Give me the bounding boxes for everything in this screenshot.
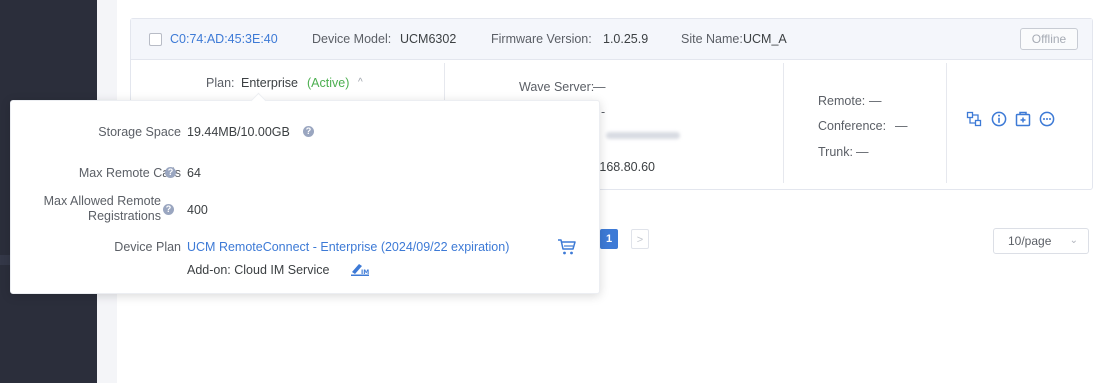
site-name-value: UCM_A [743,32,787,46]
wave-server-value: — [593,80,606,94]
device-mac-link[interactable]: C0:74:AD:45:3E:40 [170,32,278,46]
trunk-label: Trunk: [818,145,853,159]
device-plan-label: Device Plan [114,240,181,254]
column-divider [946,63,947,183]
plan-name: Enterprise [241,76,298,90]
wave-server-label: Wave Server: [519,80,595,94]
blurred-info [606,132,680,139]
help-icon[interactable]: ? [303,126,314,137]
chevron-up-icon[interactable]: ^ [358,77,363,88]
transfer-icon[interactable] [966,111,982,127]
storage-space-label: Storage Space [98,125,181,139]
more-icon[interactable] [1039,111,1055,127]
max-registrations-label-line2: Registrations [88,209,161,223]
add-plan-icon[interactable] [1015,111,1031,127]
conference-label: Conference: [818,119,887,133]
plan-details-popover: Storage Space 19.44MB/10.00GB ? Max Remo… [10,100,600,294]
firmware-value: 1.0.25.9 [603,32,649,46]
device-card-header: C0:74:AD:45:3E:40 Device Model: UCM6302 … [131,19,1092,60]
help-icon[interactable]: ? [165,167,176,178]
info-icon[interactable] [991,111,1007,127]
page-1-button[interactable]: 1 [600,229,618,249]
remote-value: — [869,94,882,108]
trunk-value: — [856,145,869,159]
page-size-select[interactable]: 10/page ⌄ [993,228,1089,254]
conference-value: — [895,119,908,133]
column-divider [783,63,784,183]
addon-label: Add-on: Cloud IM Service [187,263,330,277]
max-remote-calls-value: 64 [187,166,201,180]
device-model-label: Device Model: [312,32,392,46]
device-select-checkbox[interactable] [149,33,162,46]
cloud-im-icon[interactable]: IM [349,261,371,280]
device-model-value: UCM6302 [400,32,457,46]
max-registrations-label-line1: Max Allowed Remote [43,194,161,208]
plan-status: (Active) [307,76,350,90]
max-registrations-value: 400 [187,203,208,217]
device-plan-link[interactable]: UCM RemoteConnect - Enterprise (2024/09/… [187,240,509,254]
next-page-button[interactable]: > [631,229,649,249]
site-name-label: Site Name: [681,32,743,46]
chevron-down-icon: ⌄ [1069,235,1078,246]
plan-label: Plan: [206,76,235,90]
svg-text:IM: IM [361,269,369,276]
firmware-label: Firmware Version: [491,32,592,46]
server-dash: - [601,105,606,119]
status-badge: Offline [1020,28,1078,50]
remote-label: Remote: [818,94,866,108]
page-size-value: 10/page [1008,234,1052,248]
cart-icon[interactable] [557,238,577,259]
help-icon[interactable]: ? [163,204,174,215]
storage-space-value: 19.44MB/10.00GB [187,125,290,139]
